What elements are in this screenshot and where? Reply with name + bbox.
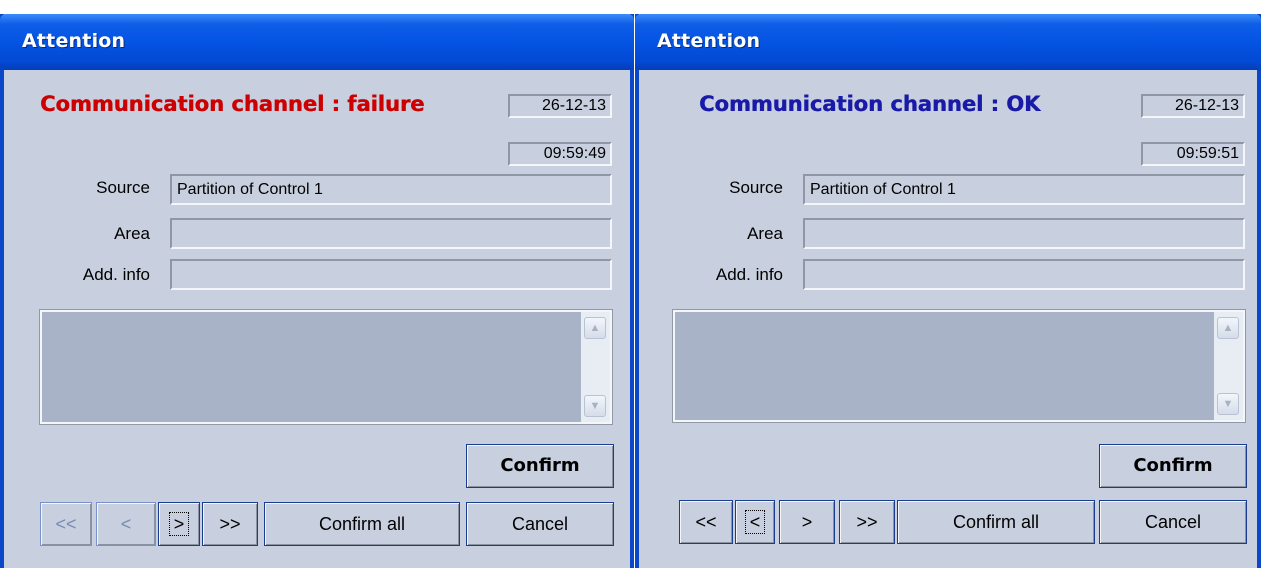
confirm-button[interactable]: Confirm [466,444,614,488]
area-field[interactable] [803,218,1245,249]
details-memo[interactable]: ▲ ▼ [672,309,1246,423]
last-record-button[interactable]: >> [839,500,895,544]
scroll-up-arrow-icon[interactable]: ▲ [584,317,606,339]
cancel-button[interactable]: Cancel [1099,500,1247,544]
event-time-field: 09:59:51 [1141,142,1245,166]
next-record-label: > [168,512,190,536]
add-info-field[interactable] [170,259,612,290]
event-headline: Communication channel : OK [699,92,1041,116]
title-bar[interactable]: Attention [635,14,1261,70]
dialog-title: Attention [657,30,761,52]
source-field[interactable]: Partition of Control 1 [803,174,1245,205]
event-date-field: 26-12-13 [508,94,612,118]
memo-scrollbar[interactable]: ▲ ▼ [581,312,610,422]
title-bar[interactable]: Attention [0,14,634,70]
confirm-button[interactable]: Confirm [1099,444,1247,488]
dialog-body: Communication channel : failure 26-12-13… [4,70,630,568]
attention-dialog-failure: Attention Communication channel : failur… [0,14,634,568]
area-label: Area [114,224,150,243]
area-label: Area [747,224,783,243]
previous-record-label: < [744,510,766,534]
confirm-all-button[interactable]: Confirm all [897,500,1095,544]
cancel-button[interactable]: Cancel [466,502,614,546]
previous-record-button[interactable]: < [96,502,156,546]
add-info-label: Add. info [715,265,783,284]
dialog-body: Communication channel : OK 26-12-13 09:5… [639,70,1257,568]
attention-dialog-ok: Attention Communication channel : OK 26-… [635,14,1261,568]
first-record-button[interactable]: << [679,500,733,544]
memo-scrollbar[interactable]: ▲ ▼ [1214,312,1243,420]
event-headline: Communication channel : failure [40,92,425,116]
add-info-field[interactable] [803,259,1245,290]
scroll-down-arrow-icon[interactable]: ▼ [584,395,606,417]
previous-record-button[interactable]: < [735,500,775,544]
first-record-button[interactable]: << [40,502,92,546]
source-label: Source [729,178,783,197]
source-field[interactable]: Partition of Control 1 [170,174,612,205]
next-record-button[interactable]: > [779,500,835,544]
details-memo[interactable]: ▲ ▼ [39,309,613,425]
scroll-up-arrow-icon[interactable]: ▲ [1217,317,1239,339]
last-record-button[interactable]: >> [202,502,258,546]
event-date-field: 26-12-13 [1141,94,1245,118]
scroll-down-arrow-icon[interactable]: ▼ [1217,393,1239,415]
source-label: Source [96,178,150,197]
area-field[interactable] [170,218,612,249]
add-info-label: Add. info [82,265,150,284]
dialog-title: Attention [22,30,126,52]
next-record-button[interactable]: > [158,502,200,546]
confirm-all-button[interactable]: Confirm all [264,502,460,546]
event-time-field: 09:59:49 [508,142,612,166]
